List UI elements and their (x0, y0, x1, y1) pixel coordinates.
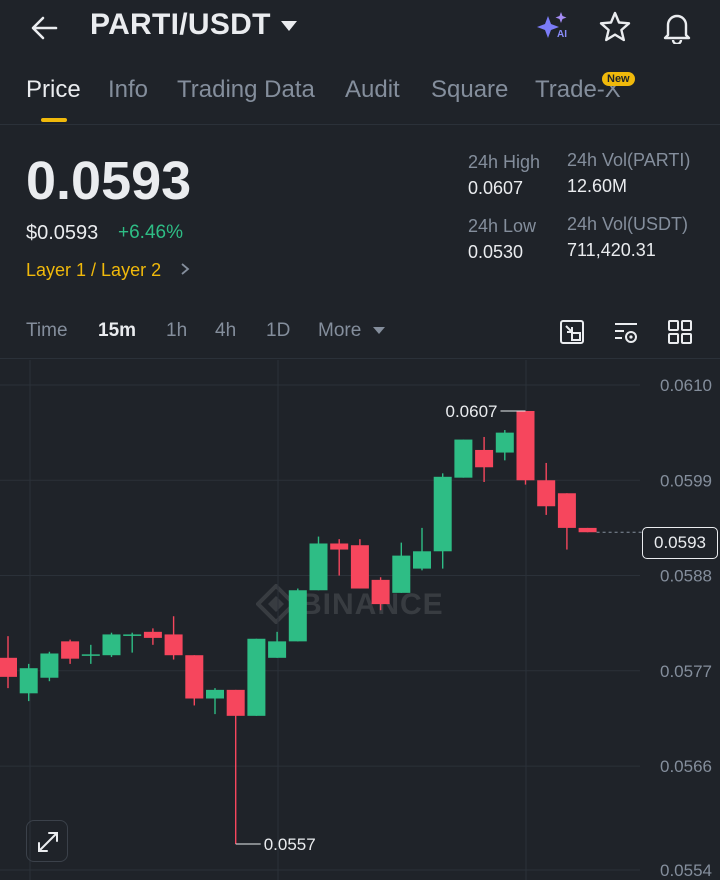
divider (0, 358, 720, 359)
y-tick-label: 0.0610 (660, 376, 712, 395)
y-tick-label: 0.0599 (660, 471, 712, 490)
candle-body (247, 638, 266, 716)
candle-body (557, 493, 576, 528)
star-icon[interactable] (598, 10, 632, 44)
candle-body (61, 641, 80, 659)
tab-info[interactable]: Info (108, 76, 148, 104)
candle-body (454, 439, 473, 478)
tab-trading-data[interactable]: Trading Data (177, 76, 315, 104)
candle-body (475, 449, 494, 468)
category-link[interactable]: Layer 1 / Layer 2 (26, 260, 161, 281)
candle-body (392, 555, 411, 593)
candle-body (164, 634, 183, 656)
interval-4h[interactable]: 4h (215, 320, 236, 342)
interval-more[interactable]: More (318, 320, 361, 342)
interval-time[interactable]: Time (26, 320, 68, 342)
tab-audit[interactable]: Audit (345, 76, 400, 104)
high-value: 0.0607 (468, 178, 524, 198)
vol-quote-label: 24h Vol(USDT) (567, 214, 689, 234)
candle-body (537, 480, 556, 507)
indicator-settings-icon[interactable] (558, 318, 586, 346)
candle-body (350, 545, 369, 589)
candle-body (288, 590, 307, 642)
active-tab-indicator (41, 118, 67, 122)
candle-body (81, 654, 100, 656)
interval-1d[interactable]: 1D (266, 320, 290, 342)
bell-icon[interactable] (660, 10, 694, 44)
candle-body (206, 689, 224, 699)
svg-text:AI: AI (557, 29, 567, 40)
new-badge: New (602, 72, 635, 86)
candle-body (433, 476, 452, 552)
candle-body (371, 579, 390, 605)
candle-body (19, 668, 38, 694)
candle-body (516, 410, 535, 481)
candle-body (143, 631, 162, 638)
pair-title[interactable]: PARTI/USDT (90, 8, 271, 42)
chart-settings-icon[interactable] (612, 318, 640, 346)
candle-body (309, 543, 328, 591)
chevron-right-icon[interactable] (180, 262, 190, 276)
tab-price[interactable]: Price (26, 76, 81, 104)
candle-body (578, 527, 597, 533)
candle-body (330, 543, 349, 550)
caret-down-icon[interactable] (280, 20, 298, 32)
back-arrow-icon[interactable] (28, 10, 64, 46)
candle-body (413, 551, 431, 569)
candle-body (0, 657, 17, 677)
candle-body (268, 641, 287, 658)
high-marker-label: 0.0607 (446, 402, 498, 421)
candle-body (102, 634, 121, 656)
interval-15m[interactable]: 15m (98, 320, 136, 342)
candle-body (40, 653, 59, 678)
y-tick-label: 0.0577 (660, 662, 712, 681)
usd-price: $0.0593 (26, 222, 99, 244)
vol-quote-value: 711,420.31 (567, 240, 656, 260)
y-tick-label: 0.0554 (660, 861, 712, 880)
low-label: 24h Low (468, 216, 537, 236)
high-label: 24h High (468, 152, 541, 172)
vol-base-label: 24h Vol(PARTI) (567, 150, 691, 170)
price-change-percent: +6.46% (118, 222, 183, 243)
last-price: 0.0593 (26, 151, 192, 211)
interval-1h[interactable]: 1h (166, 320, 187, 342)
candle-body (226, 689, 245, 716)
top-bar: PARTI/USDT AI (0, 0, 720, 56)
expand-icon (38, 832, 58, 852)
candle-body (123, 634, 142, 636)
candlestick-chart[interactable]: 0.0610 0.0599 0.0588 0.0577 0.0566 0.0554 0.06… (0, 360, 720, 880)
low-marker-label: 0.0557 (264, 835, 316, 854)
tab-square[interactable]: Square (431, 76, 508, 104)
low-value: 0.0530 (468, 242, 524, 262)
y-tick-label: 0.0588 (660, 567, 712, 586)
vol-base-value: 12.60M (567, 176, 628, 196)
expand-chart-button[interactable] (26, 820, 68, 862)
current-price-tag: 0.0593 (642, 527, 718, 559)
grid-layout-icon[interactable] (666, 318, 694, 346)
candle-body (495, 432, 514, 453)
caret-down-icon[interactable] (372, 326, 386, 335)
tab-bar: Price Info Trading Data Audit Square Tra… (0, 70, 720, 124)
y-tick-label: 0.0566 (660, 757, 712, 776)
ai-sparkle-icon[interactable]: AI (536, 10, 572, 42)
divider (0, 124, 720, 125)
candle-body (185, 655, 204, 699)
